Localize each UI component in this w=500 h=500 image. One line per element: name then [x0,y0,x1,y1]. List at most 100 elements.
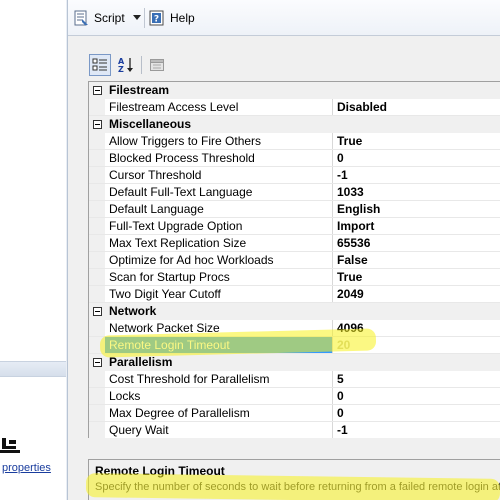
property-value[interactable]: 0 [333,150,500,166]
property-name: Cost Threshold for Parallelism [105,371,333,387]
property-value[interactable]: Disabled [333,99,500,115]
collapse-icon [92,86,102,95]
property-row[interactable]: Scan for Startup Procs True [89,269,500,286]
property-value[interactable]: English [333,201,500,217]
property-value[interactable]: 65536 [333,235,500,251]
property-value[interactable]: -1 [333,167,500,183]
row-gutter [89,252,105,268]
category-label: Parallelism [109,355,173,369]
property-row[interactable]: Optimize for Ad hoc Workloads False [89,252,500,269]
property-row[interactable]: Max Degree of Parallelism 0 [89,405,500,422]
collapse-icon [92,358,102,367]
property-row[interactable]: Locks 0 [89,388,500,405]
category-label: Filestream [109,83,170,97]
property-value[interactable]: -1 [333,422,500,438]
property-row[interactable]: Cost Threshold for Parallelism 5 [89,371,500,388]
row-gutter [89,388,105,404]
property-value[interactable]: 2049 [333,286,500,302]
category-filestream[interactable]: Filestream [89,82,500,99]
script-icon [74,10,88,26]
collapse-toggle[interactable] [89,82,105,99]
property-row[interactable]: Allow Triggers to Fire Others True [89,133,500,150]
row-gutter [89,184,105,200]
row-gutter [89,167,105,183]
property-pages-button[interactable] [146,54,168,76]
category-miscellaneous[interactable]: Miscellaneous [89,116,500,133]
property-name: Max Text Replication Size [105,235,333,251]
row-gutter [89,405,105,421]
property-pages-icon [150,59,164,71]
collapse-toggle[interactable] [89,354,105,371]
category-label: Network [109,304,157,318]
collapse-icon [92,307,102,316]
category-network[interactable]: Network [89,303,500,320]
collapse-toggle[interactable] [89,116,105,133]
property-row[interactable]: Query Wait -1 [89,422,500,438]
property-row[interactable]: Two Digit Year Cutoff 2049 [89,286,500,303]
property-value[interactable]: 20 [333,337,500,353]
row-gutter [89,133,105,149]
description-title: Remote Login Timeout [95,464,225,478]
property-row[interactable]: Default Language English [89,201,500,218]
server-icon [0,438,20,453]
row-gutter [89,218,105,234]
categorized-icon [92,58,107,71]
row-gutter [89,320,105,336]
property-value[interactable]: False [333,252,500,268]
property-name: Network Packet Size [105,320,333,336]
property-grid-toolbar: A Z [68,52,500,78]
row-gutter [89,286,105,302]
property-value[interactable]: 4096 [333,320,500,336]
property-value[interactable]: Import [333,218,500,234]
row-gutter [89,371,105,387]
property-value[interactable]: 0 [333,405,500,421]
property-name: Filestream Access Level [105,99,333,115]
property-name: Blocked Process Threshold [105,150,333,166]
script-label: Script [94,11,125,25]
property-value[interactable]: True [333,133,500,149]
left-pane: properties [0,0,66,500]
help-button[interactable]: ? Help [148,8,195,28]
left-section-header [0,362,66,376]
row-gutter [89,337,105,353]
category-parallelism[interactable]: Parallelism [89,354,500,371]
property-name: Cursor Threshold [105,167,333,183]
collapse-icon [92,120,102,129]
property-value[interactable]: 5 [333,371,500,387]
property-name: Scan for Startup Procs [105,269,333,285]
left-divider [0,376,66,377]
property-row[interactable]: Cursor Threshold -1 [89,167,500,184]
row-gutter [89,235,105,251]
property-row[interactable]: Default Full-Text Language 1033 [89,184,500,201]
categorized-button[interactable] [89,54,111,76]
property-row[interactable]: Full-Text Upgrade Option Import [89,218,500,235]
collapse-toggle[interactable] [89,303,105,320]
property-name: Optimize for Ad hoc Workloads [105,252,333,268]
property-row-selected[interactable]: Remote Login Timeout 20 [89,337,500,354]
chevron-down-icon [133,15,141,20]
help-label: Help [170,11,195,25]
script-button[interactable]: Script [72,8,125,28]
property-value[interactable]: True [333,269,500,285]
row-gutter [89,269,105,285]
property-name: Allow Triggers to Fire Others [105,133,333,149]
property-value[interactable]: 0 [333,388,500,404]
row-gutter [89,201,105,217]
property-row[interactable]: Max Text Replication Size 65536 [89,235,500,252]
property-name: Query Wait [105,422,333,438]
property-value[interactable]: 1033 [333,184,500,200]
toolbar-separator [141,56,142,74]
property-name: Full-Text Upgrade Option [105,218,333,234]
property-row[interactable]: Network Packet Size 4096 [89,320,500,337]
row-gutter [89,422,105,438]
property-row[interactable]: Filestream Access Level Disabled [89,99,500,116]
property-row[interactable]: Blocked Process Threshold 0 [89,150,500,167]
alphabetical-sort-button[interactable]: A Z [115,54,137,76]
alphabetical-sort-icon: A Z [118,57,133,74]
svg-text:Z: Z [118,65,124,74]
property-name: Max Degree of Parallelism [105,405,333,421]
help-icon: ? [149,10,164,26]
script-dropdown-button[interactable] [130,8,144,28]
view-properties-link[interactable]: properties [2,462,51,474]
property-grid[interactable]: Filestream Filestream Access Level Disab… [88,81,500,438]
